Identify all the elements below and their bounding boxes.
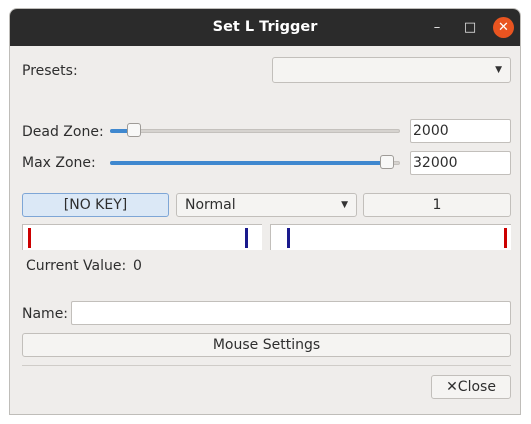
dead-zone-marker [28,228,31,248]
trigger-bar-left [22,224,262,250]
mouse-settings-button[interactable]: Mouse Settings [22,333,511,357]
max-zone-slider[interactable] [110,155,400,171]
chevron-down-icon: ▼ [495,65,502,75]
max-zone-input[interactable]: 32000 [410,151,511,175]
dead-zone-input[interactable]: 2000 [410,119,511,143]
mode-dropdown[interactable]: Normal ▼ [176,193,357,217]
close-icon: ✕ [446,379,458,395]
dead-zone-slider-handle[interactable] [127,123,141,137]
dead-zone-slider[interactable] [110,123,400,139]
name-label: Name: [22,306,69,322]
dialog-window: Set L Trigger – □ ✕ Presets: ▼ Dead Zone… [9,8,521,415]
presets-dropdown[interactable]: ▼ [272,57,511,83]
current-value: 0 [133,258,142,274]
multiplier-button[interactable]: 1 [363,193,511,217]
close-button[interactable]: ✕Close [431,375,511,399]
name-input[interactable] [71,301,511,325]
max-zone-slider-handle[interactable] [380,155,394,169]
dead-zone-marker [504,228,507,248]
presets-label: Presets: [22,63,78,79]
minimize-button[interactable]: – [428,19,446,37]
max-zone-marker [287,228,290,248]
separator [22,365,511,366]
current-value-label: Current Value: [26,258,127,274]
max-zone-slider-fill [110,161,387,165]
mode-value: Normal [185,197,236,213]
dead-zone-slider-groove [110,129,400,133]
title-bar[interactable]: Set L Trigger – □ ✕ [10,9,520,46]
close-button-label: Close [457,379,496,395]
max-zone-marker [245,228,248,248]
trigger-bar-right [270,224,511,250]
assign-key-button[interactable]: [NO KEY] [22,193,169,217]
close-window-button[interactable]: ✕ [493,17,514,38]
chevron-down-icon: ▼ [341,200,348,210]
dead-zone-label: Dead Zone: [22,124,104,140]
max-zone-label: Max Zone: [22,155,96,171]
maximize-button[interactable]: □ [461,19,479,37]
